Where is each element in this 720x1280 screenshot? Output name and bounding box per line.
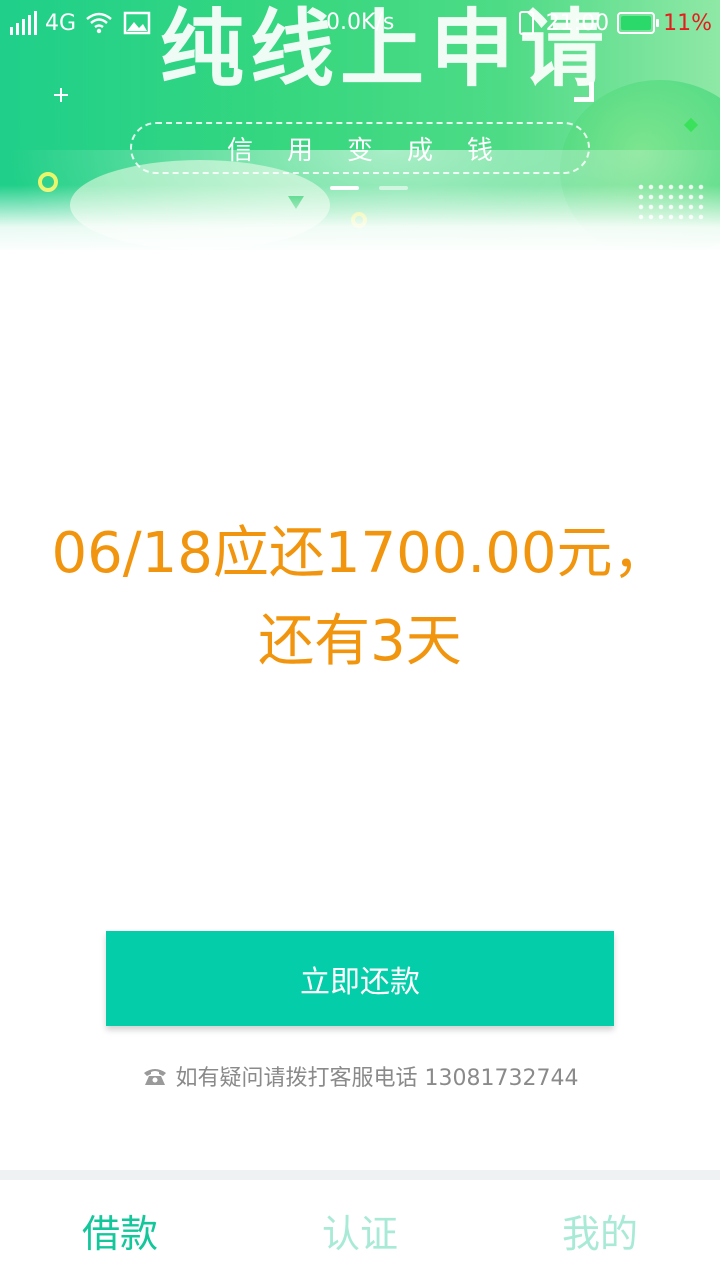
plus-icon bbox=[54, 88, 68, 102]
status-right: 21:00 11% bbox=[516, 10, 712, 36]
network-type: 4G bbox=[45, 10, 77, 36]
nav-tab-borrow[interactable]: 借款 bbox=[0, 1180, 240, 1280]
nav-tab-verify[interactable]: 认证 bbox=[240, 1180, 480, 1280]
signal-icon bbox=[10, 11, 37, 35]
repayment-due-notice: 06/18应还1700.00元，还有3天 bbox=[51, 521, 669, 674]
banner-page-indicators bbox=[330, 186, 408, 190]
banner-fade bbox=[0, 185, 720, 250]
clock: 21:00 bbox=[545, 10, 610, 36]
page-indicator[interactable] bbox=[379, 186, 408, 190]
net-speed: 0.0K/s bbox=[326, 10, 395, 35]
image-icon bbox=[123, 11, 151, 35]
battery-icon bbox=[617, 12, 660, 34]
status-left: 4G bbox=[10, 10, 152, 36]
wifi-icon bbox=[86, 12, 112, 34]
customer-service-text: 如有疑问请拨打客服电话 13081732744 bbox=[175, 1066, 579, 1091]
nav-tab-mine[interactable]: 我的 bbox=[480, 1180, 720, 1280]
customer-service-line[interactable]: 如有疑问请拨打客服电话 13081732744 bbox=[0, 1060, 720, 1092]
corner-bracket-icon bbox=[574, 82, 594, 102]
repay-now-button[interactable]: 立即还款 bbox=[106, 931, 614, 1026]
status-bar: 4G 0.0K/s 21:00 11% bbox=[0, 0, 720, 48]
banner-slogan: 信用变成钱 bbox=[226, 135, 527, 166]
bottom-nav: 借款 认证 我的 bbox=[0, 1170, 720, 1280]
phone-icon bbox=[518, 11, 534, 35]
telephone-icon bbox=[143, 1069, 166, 1085]
battery-percent: 11% bbox=[663, 10, 712, 36]
banner-slogan-box: 信用变成钱 bbox=[130, 122, 590, 174]
page-indicator-active[interactable] bbox=[330, 186, 359, 190]
